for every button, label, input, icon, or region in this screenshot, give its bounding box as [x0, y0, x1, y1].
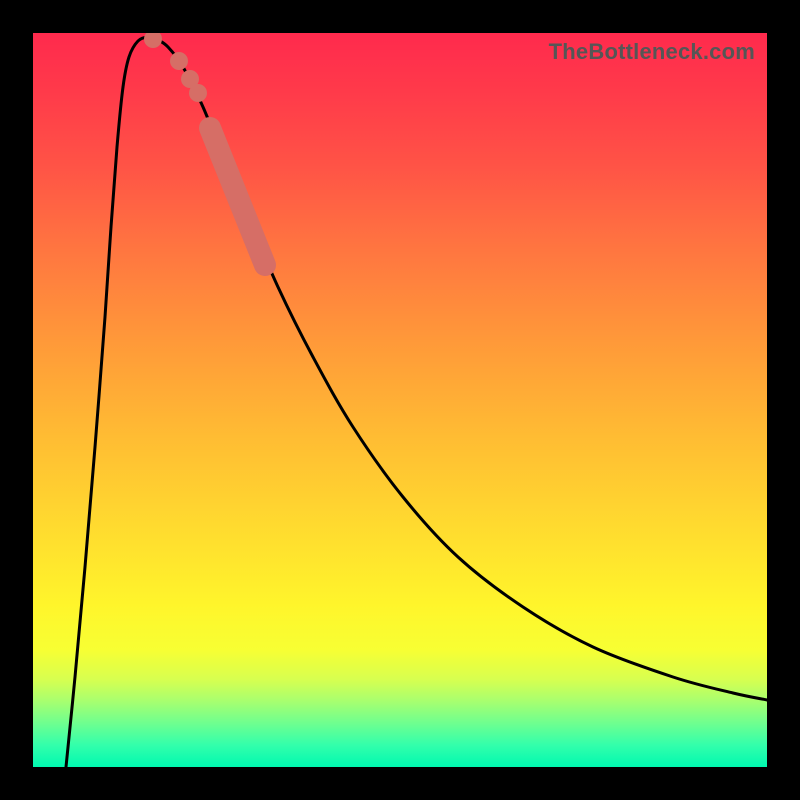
marker-streak [210, 128, 265, 265]
curve-layer [33, 33, 767, 767]
plot-area: TheBottleneck.com [33, 33, 767, 767]
marker-dot [170, 52, 188, 70]
marker-dot [144, 33, 162, 48]
markers-group [144, 33, 265, 265]
marker-dot [189, 84, 207, 102]
attribution-text: TheBottleneck.com [549, 39, 755, 65]
chart-frame: TheBottleneck.com [0, 0, 800, 800]
curve-path [66, 37, 767, 767]
marker-dot [181, 70, 199, 88]
